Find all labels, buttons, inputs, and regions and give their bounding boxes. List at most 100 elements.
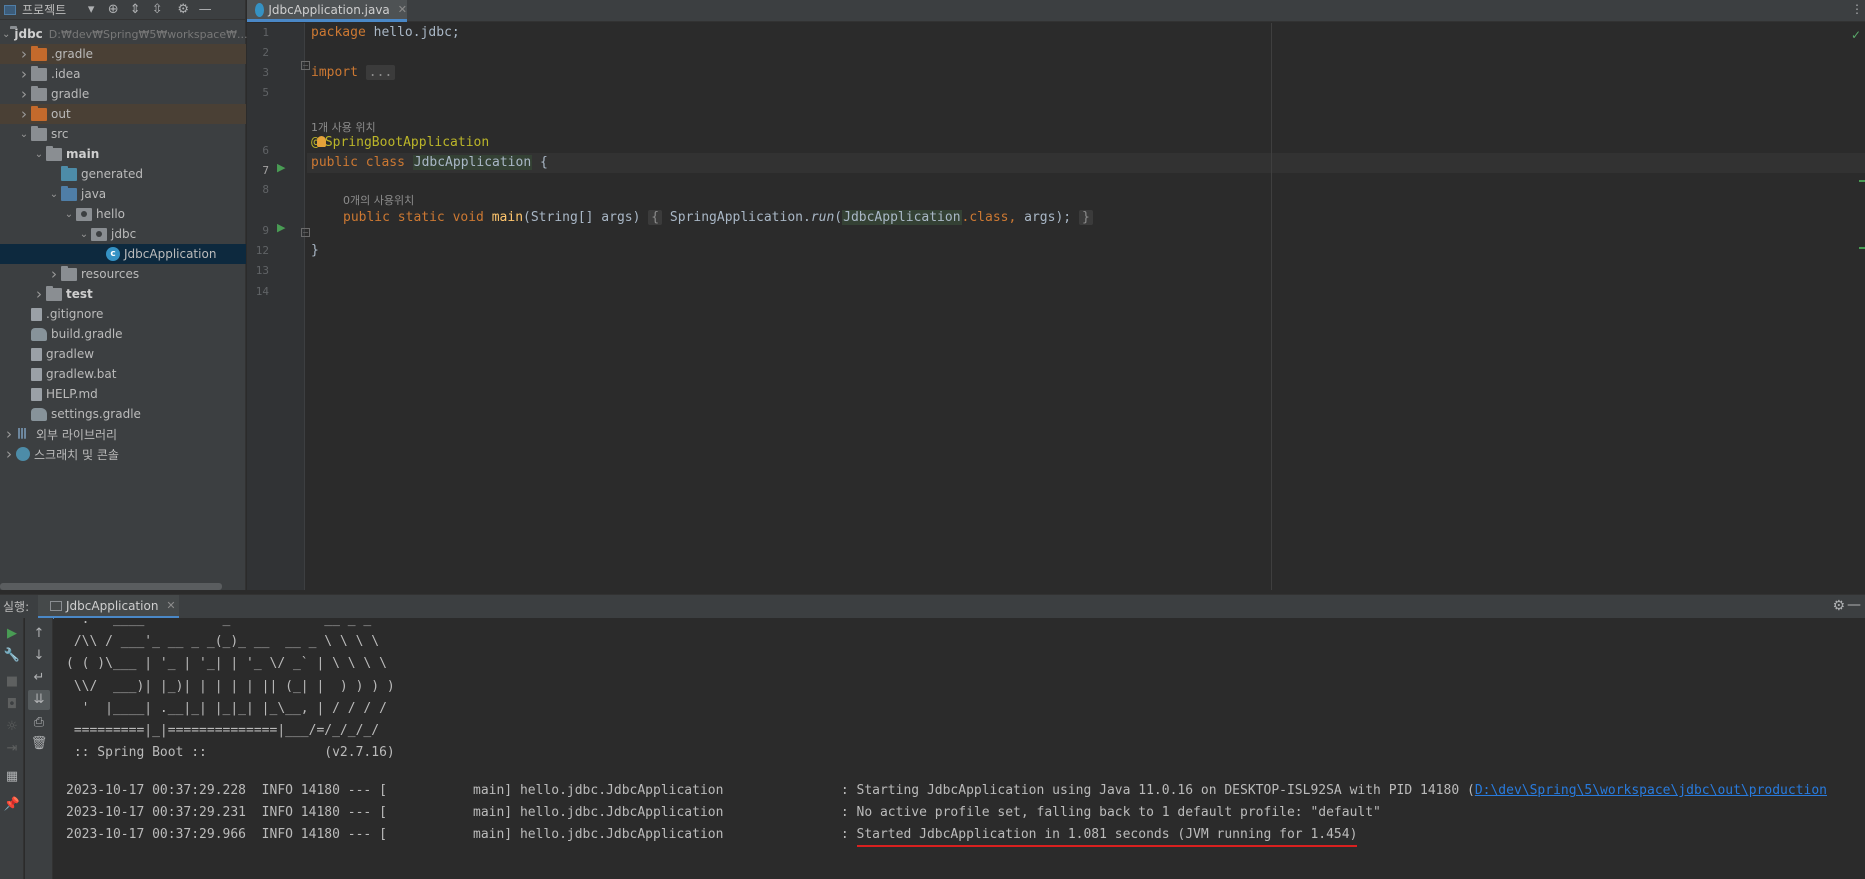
chevron-down-icon[interactable]: ⌄ [62,209,76,220]
scroll-to-end-icon[interactable]: ⇊ [28,690,50,710]
chevron-right-icon[interactable]: › [17,65,31,83]
layout-icon[interactable]: ▦ [1,767,23,787]
banner-line: . ____ _ __ _ _ [66,618,372,627]
line-number: 5 [262,86,269,99]
tree-item[interactable]: settings.gradle [0,404,246,424]
chevron-down-icon[interactable]: ⌄ [47,189,61,200]
run-gutter-icon[interactable]: ▶ [277,221,285,234]
chevron-right-icon[interactable]: › [17,85,31,103]
folder-icon [31,125,47,141]
pin-icon[interactable]: 📌 [1,795,23,815]
log-line: 2023-10-17 00:37:29.228 INFO 14180 --- [… [66,783,1828,798]
chevron-right-icon[interactable]: › [2,445,16,463]
tree-item-label: build.gradle [51,327,123,341]
tree-item[interactable]: › .gradle [0,44,246,64]
tree-item[interactable]: › out [0,104,246,124]
run-gutter-icon[interactable]: ▶ [277,161,285,174]
log-line: 2023-10-17 00:37:29.231 INFO 14180 --- [… [66,805,1381,820]
hide-icon[interactable]: — [194,2,216,17]
banner-line: /\\ / ___'_ __ _ _(_)_ __ __ _ \ \ \ \ [66,634,380,649]
rerun-icon[interactable]: ▶ [1,624,23,644]
tree-item[interactable]: ⌄ jdbc [0,224,246,244]
line-number: 1 [262,26,269,39]
close-icon[interactable]: ✕ [398,3,407,16]
chevron-right-icon[interactable]: › [17,105,31,123]
console-output[interactable]: . ____ _ __ _ _ /\\ / ___'_ __ _ _(_)_ _… [54,618,1865,879]
wrench-icon[interactable]: 🔧 [1,646,23,666]
horizontal-scrollbar[interactable] [0,583,222,590]
run-panel-header: 실행: JdbcApplication ✕ ⚙ — [0,594,1865,619]
folded-imports[interactable]: ... [365,65,396,80]
line-number: 14 [255,285,269,298]
collapse-all-icon[interactable]: ⇳ [146,2,168,17]
fold-icon[interactable]: − [301,228,310,237]
exit-icon[interactable]: ⇥ [1,739,23,759]
project-view-selector[interactable]: 프로젝트 [22,1,66,18]
package-icon [91,227,107,241]
tree-item[interactable]: › .idea [0,64,246,84]
tree-item[interactable]: generated [0,164,246,184]
tree-item[interactable]: .gitignore [0,304,246,324]
tree-item-label: java [81,187,107,201]
line-number: 6 [262,144,269,157]
tree-item-label: hello [96,207,125,221]
gear-icon[interactable]: ⚙ [172,2,194,17]
tree-item[interactable]: HELP.md [0,384,246,404]
expand-all-icon[interactable]: ⇕ [124,2,146,17]
locate-icon[interactable]: ⊕ [102,2,124,17]
tree-item[interactable]: ⌄ jdbc D:₩dev₩Spring₩5₩workspace₩... [0,24,248,44]
arrow-up-icon[interactable]: ↑ [28,624,50,644]
chevron-down-icon[interactable]: ▾ [80,2,102,17]
close-icon[interactable]: ✕ [166,599,175,612]
usage-hint[interactable]: 0개의 사용위치 [343,192,414,208]
gear-icon[interactable]: ⚙ [1832,598,1845,614]
chevron-right-icon[interactable]: › [2,425,16,443]
tree-item-label: settings.gradle [51,407,141,421]
banner-line: :: Spring Boot :: (v2.7.16) [66,745,395,760]
tree-item[interactable]: › test [0,284,246,304]
debug-icon[interactable]: ☼ [1,717,23,737]
project-path-hint: D:₩dev₩Spring₩5₩workspace₩... [48,27,248,41]
tree-item[interactable]: gradlew.bat [0,364,246,384]
tree-item[interactable]: c JdbcApplication [0,244,246,264]
tab-run-jdbc-application[interactable]: JdbcApplication ✕ [38,595,179,619]
tree-item[interactable]: ⌄ hello [0,204,246,224]
print-icon[interactable]: ⎙ [28,713,50,733]
chevron-right-icon[interactable]: › [47,265,61,283]
tree-item[interactable]: ⌄ main [0,144,246,164]
tree-item[interactable]: build.gradle [0,324,246,344]
tree-item[interactable]: ⌄ src [0,124,246,144]
chevron-down-icon[interactable]: ⌄ [17,129,31,140]
java-class-icon: c [106,247,120,261]
chevron-down-icon[interactable]: ⌄ [77,229,91,240]
soft-wrap-icon[interactable]: ↵ [28,668,50,688]
file-icon [31,347,42,361]
more-icon[interactable]: ⋮ [1851,2,1863,16]
tab-jdbc-application-java[interactable]: JdbcApplication.java ✕ [247,0,407,22]
stop-icon[interactable]: ■ [1,672,23,692]
banner-line: =========|_|==============|___/=/_/_/_/ [66,723,380,738]
started-message: Started JdbcApplication in 1.081 seconds… [856,827,1358,842]
tree-item-label: test [66,287,93,301]
banner-line: \\/ ___)| |_)| | | | | || (_| | ) ) ) ) [66,679,395,694]
trash-icon[interactable]: 🗑 [28,734,50,754]
fold-icon[interactable]: − [301,61,310,70]
tree-item[interactable]: ⌄ java [0,184,246,204]
tree-item-label: HELP.md [46,387,98,401]
chevron-down-icon[interactable]: ⌄ [2,29,10,40]
chevron-down-icon[interactable]: ⌄ [32,149,46,160]
tree-item[interactable]: › gradle [0,84,246,104]
arrow-down-icon[interactable]: ↓ [28,646,50,666]
output-path-link[interactable]: D:\dev\Spring\5\workspace\jdbc\out\produ… [1475,783,1827,798]
tree-item[interactable]: › 외부 라이브러리 [0,424,246,444]
tree-item-label: main [66,147,100,161]
chevron-right-icon[interactable]: › [32,285,46,303]
tree-item[interactable]: gradlew [0,344,246,364]
chevron-right-icon[interactable]: › [17,45,31,63]
camera-icon[interactable]: ◘ [1,695,23,715]
hide-icon[interactable]: — [1847,597,1861,613]
project-panel: 프로젝트 ▾ ⊕ ⇕ ⇳ ⚙ — ⌄ jdbc D:₩dev₩Spring₩5₩wo… [0,0,248,590]
tree-item[interactable]: › 스크래치 및 콘솔 [0,444,246,464]
tree-item[interactable]: › resources [0,264,246,284]
code-editor[interactable]: package hello.jdbc; import ... 1개 사용 위치 … [307,23,1865,590]
